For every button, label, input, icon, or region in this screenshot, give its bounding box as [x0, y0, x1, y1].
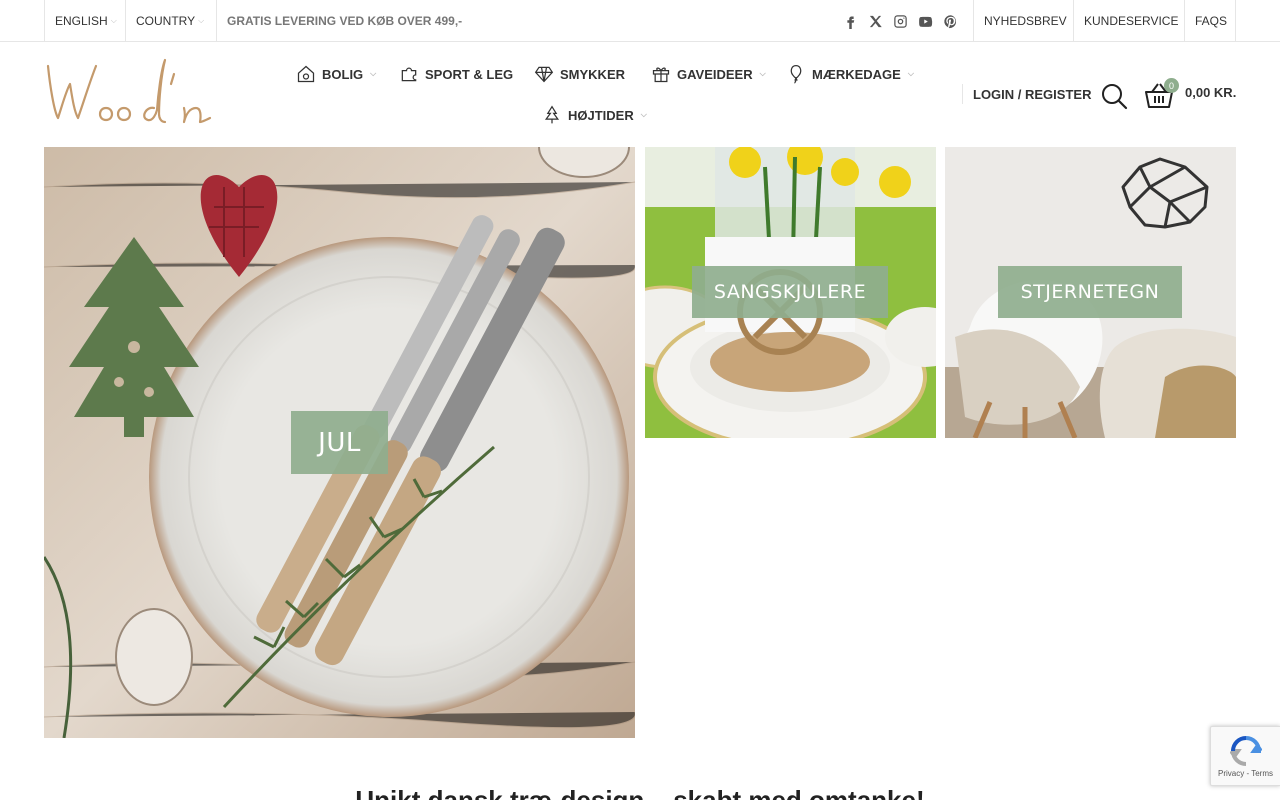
- nav-hojtider[interactable]: HØJTIDER ⌵: [542, 103, 647, 127]
- youtube-icon[interactable]: [918, 14, 933, 29]
- cart-count-badge: 0: [1164, 78, 1179, 93]
- woodn-logo[interactable]: [44, 56, 216, 132]
- banner-label: JUL: [291, 411, 388, 474]
- recaptcha-icon: [1229, 735, 1262, 766]
- login-register-link[interactable]: LOGIN / REGISTER: [962, 84, 1091, 104]
- cart-total[interactable]: 0,00 KR.: [1185, 85, 1236, 100]
- nav-sport-leg[interactable]: SPORT & LEG: [399, 62, 513, 86]
- nav-label: SPORT & LEG: [425, 66, 514, 82]
- top-bar: ENGLISH ⌵ COUNTRY ⌵ GRATIS LEVERING VED KØ…: [0, 0, 1280, 42]
- page-headline: Unikt dansk træ-design – skabt med omtan…: [355, 785, 925, 800]
- customer-service-link[interactable]: KUNDESERVICE: [1073, 0, 1188, 41]
- banner-jul[interactable]: JUL: [44, 147, 635, 738]
- faqs-link[interactable]: FAQS: [1184, 0, 1236, 41]
- puzzle-icon: [401, 67, 417, 82]
- banner-label: STJERNETEGN: [998, 266, 1182, 318]
- free-delivery-promo: GRATIS LEVERING VED KØB OVER 499,-: [216, 0, 462, 41]
- chevron-down-icon: ⌵: [759, 69, 766, 78]
- nav-label: MÆRKEDAGE: [812, 66, 901, 82]
- banner-stjernetegn[interactable]: STJERNETEGN: [945, 147, 1236, 438]
- nav-smykker[interactable]: SMYKKER: [534, 62, 625, 86]
- banner-sangskjulere[interactable]: SANGSKJULERE: [645, 147, 936, 438]
- nav-label: SMYKKER: [560, 66, 626, 82]
- nav-bolig[interactable]: BOLIG ⌵: [296, 62, 376, 86]
- facebook-icon[interactable]: [843, 14, 858, 29]
- balloon-icon: [790, 65, 802, 84]
- language-selector[interactable]: ENGLISH ⌵: [44, 0, 127, 41]
- newsletter-link[interactable]: NYHEDSBREV: [973, 0, 1077, 41]
- chevron-down-icon: ⌵: [198, 15, 205, 25]
- chevron-down-icon: ⌵: [110, 15, 117, 25]
- nav-label: HØJTIDER: [568, 107, 634, 123]
- diamond-icon: [534, 66, 554, 83]
- nav-gaveideer[interactable]: GAVEIDEER ⌵: [651, 62, 766, 86]
- chevron-down-icon: ⌵: [370, 69, 377, 78]
- nav-label: BOLIG: [322, 66, 364, 82]
- tree-icon: [544, 105, 560, 124]
- chevron-down-icon: ⌵: [907, 69, 914, 78]
- nav-maerkedage[interactable]: MÆRKEDAGE ⌵: [786, 62, 914, 86]
- country-selector[interactable]: COUNTRY ⌵: [125, 0, 214, 41]
- gift-icon: [652, 67, 670, 83]
- recaptcha-links[interactable]: Privacy - Terms: [1218, 769, 1273, 778]
- country-label: COUNTRY: [136, 13, 196, 28]
- search-icon[interactable]: [1100, 82, 1128, 110]
- instagram-icon[interactable]: [893, 14, 908, 29]
- language-label: ENGLISH: [55, 13, 108, 28]
- chevron-down-icon: ⌵: [640, 110, 647, 119]
- pinterest-icon[interactable]: [943, 14, 958, 29]
- banner-label: SANGSKJULERE: [692, 266, 888, 318]
- recaptcha-badge[interactable]: Privacy - Terms: [1210, 726, 1280, 786]
- social-links: [843, 11, 958, 31]
- nav-label: GAVEIDEER: [677, 66, 753, 82]
- house-icon: [297, 65, 315, 83]
- x-icon[interactable]: [868, 14, 883, 29]
